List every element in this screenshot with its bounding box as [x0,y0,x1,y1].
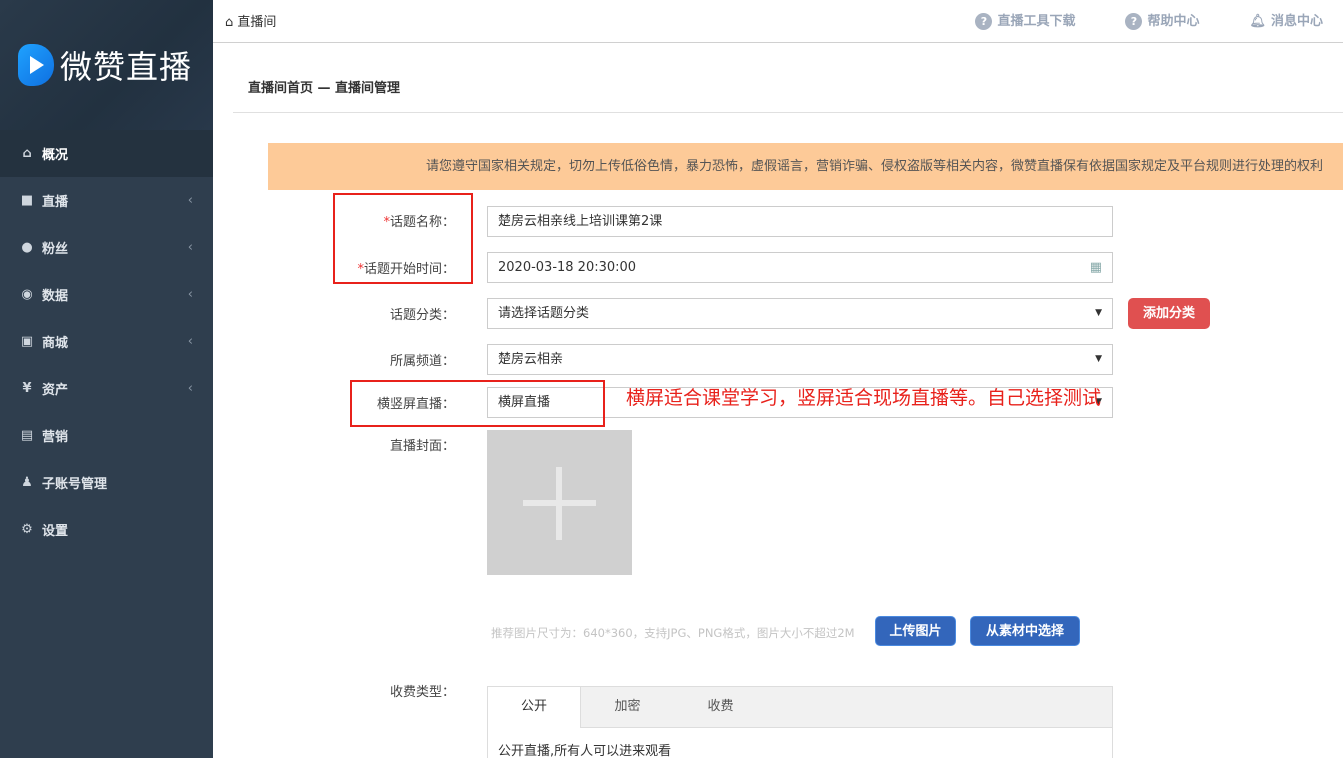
tab-public[interactable]: 公开 [488,687,581,728]
topic-name-input[interactable]: 楚房云相亲线上培训课第2课 [487,206,1113,237]
category-value: 请选择话题分类 [498,306,590,321]
notice-banner: 请您遵守国家相关规定，切勿上传低俗色情，暴力恐怖，虚假谣言，营销诈骗、侵权盗版等… [268,143,1343,190]
annotation-text: 横屏适合课堂学习，竖屏适合现场直播等。自己选择测试 [626,387,1102,409]
link-label: 直播工具下载 [997,14,1076,29]
shopping-bag-icon: ▣ [20,334,34,349]
link-label: 帮助中心 [1147,14,1200,29]
sidebar-item-label: 资产 [42,383,69,398]
sidebar-item-mall[interactable]: ▣ 商城 ‹ [0,318,213,365]
sidebar-item-settings[interactable]: ⚙ 设置 [0,506,213,553]
chevron-left-icon: ‹ [187,287,193,302]
category-label: 话题分类： [389,308,455,323]
category-select[interactable]: 请选择话题分类 ▼ [487,298,1113,329]
tab-encrypted[interactable]: 加密 [581,687,674,727]
start-time-value: 2020-03-18 20:30:00 [498,260,637,275]
fee-type-label: 收费类型： [389,685,455,700]
fee-type-description: 公开直播,所有人可以进来观看 [498,744,672,759]
sidebar-item-label: 子账号管理 [42,477,108,492]
start-time-input[interactable]: 2020-03-18 20:30:00 ▦ [487,252,1113,283]
sidebar-item-fans[interactable]: ● 粉丝 ‹ [0,224,213,271]
sidebar-item-label: 设置 [42,524,69,539]
yen-icon: ¥ [22,381,32,396]
divider [233,112,1343,113]
message-center-link[interactable]: 🔔︎ 消息中心 [1249,10,1323,30]
chevron-left-icon: ‹ [187,381,193,396]
sidebar-item-label: 粉丝 [42,242,69,257]
annotation-box [350,380,605,427]
sidebar-item-label: 直播 [42,195,69,210]
sidebar-item-marketing[interactable]: ▤ 营销 [0,412,213,459]
home-icon: ⌂ [22,146,32,161]
ticket-icon: ▤ [20,428,34,443]
channel-select[interactable]: 楚房云相亲 ▼ [487,344,1113,375]
chevron-left-icon: ‹ [187,334,193,349]
brand-name: 微赞直播 [60,48,193,86]
channel-value: 楚房云相亲 [498,352,564,367]
logo: 微赞直播 [0,0,213,130]
link-label: 消息中心 [1270,14,1323,29]
breadcrumb[interactable]: ⌂ 直播间 [225,11,276,30]
video-camera-icon: ■ [20,193,34,208]
page-title: 直播间首页 — 直播间管理 [248,81,401,96]
calendar-icon[interactable]: ▦ [1090,253,1102,282]
add-category-button[interactable]: 添加分类 [1128,298,1210,329]
top-bar: ⌂ 直播间 ? 直播工具下载 ? 帮助中心 🔔︎ 消息中心 [213,0,1343,43]
user-key-icon: ♟ [21,475,33,490]
sidebar-item-data[interactable]: ◉ 数据 ‹ [0,271,213,318]
channel-label: 所属频道： [389,354,455,369]
home-icon: ⌂ [225,15,238,30]
question-icon: ? [975,13,993,30]
chevron-left-icon: ‹ [187,193,193,208]
bell-icon: 🔔︎ [1249,14,1266,29]
dropdown-arrow-icon: ▼ [1095,354,1102,364]
download-tools-link[interactable]: ? 直播工具下载 [975,10,1075,30]
tab-paid[interactable]: 收费 [674,687,767,727]
sidebar-item-label: 数据 [42,289,69,304]
sidebar-item-label: 商城 [42,336,69,351]
sidebar: 微赞直播 ⌂ 概况 ■ 直播 ‹ ● 粉丝 ‹ ◉ 数据 ‹ ▣ 商城 ‹ ¥ 资产 ‹ ▤ 营销 ♟ 子… [0,0,213,758]
sidebar-item-live[interactable]: ■ 直播 ‹ [0,177,213,224]
chevron-left-icon: ‹ [187,240,193,255]
sidebar-item-overview[interactable]: ⌂ 概况 [0,130,213,177]
fee-type-tabs: 公开 加密 收费 公开直播,所有人可以进来观看 [487,686,1113,759]
sidebar-item-subaccounts[interactable]: ♟ 子账号管理 [0,459,213,506]
question-icon: ? [1125,13,1143,30]
eye-icon: ◉ [21,287,33,302]
upload-image-button[interactable]: 上传图片 [875,616,956,646]
sidebar-item-label: 营销 [42,430,69,445]
annotation-box [333,193,473,284]
play-logo-icon [18,44,54,86]
cover-hint: 推荐图片尺寸为：640*360，支持JPG、PNG格式，图片大小不超过2M [491,626,855,640]
dropdown-arrow-icon: ▼ [1095,308,1102,318]
choose-from-library-button[interactable]: 从素材中选择 [970,616,1080,646]
cover-upload-placeholder[interactable] [487,430,632,575]
sidebar-item-assets[interactable]: ¥ 资产 ‹ [0,365,213,412]
gear-icon: ⚙ [21,522,33,537]
cover-label: 直播封面： [389,439,455,454]
help-center-link[interactable]: ? 帮助中心 [1125,10,1199,30]
sidebar-item-label: 概况 [42,148,69,163]
breadcrumb-label: 直播间 [237,15,277,30]
user-icon: ● [21,240,33,255]
